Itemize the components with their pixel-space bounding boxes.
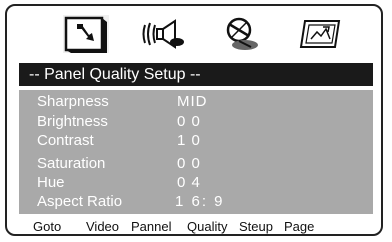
row-label: Hue [37, 174, 65, 191]
row-label: Brightness [37, 113, 108, 130]
status-word: Pannel [131, 219, 172, 234]
panel-title: -- Panel Quality Setup -- [19, 63, 373, 86]
panel-quality-list: Sharpness MID Brightness 0 0 Contrast 1 … [19, 90, 373, 214]
setup-toolbar [7, 6, 381, 58]
video-setup-icon-glyph [226, 17, 258, 50]
status-word: Steup [239, 219, 273, 234]
row-value: 0 0 [177, 155, 201, 172]
setup-menu-frame: -- Panel Quality Setup -- Sharpness MID … [5, 4, 383, 236]
row-label: Aspect Ratio [37, 193, 123, 210]
row-value: 1 0 [177, 132, 201, 149]
status-word: Video [86, 219, 120, 234]
row-value: 1 6: 9 [175, 193, 225, 210]
status-bar: Goto Video Pannel Quality Steup Page [7, 216, 381, 234]
status-word: Page [284, 219, 315, 234]
video-setup-icon[interactable] [221, 15, 267, 53]
general-setup-icon[interactable] [63, 15, 109, 53]
row-value: 0 0 [177, 113, 201, 130]
picture-setup-icon[interactable] [297, 15, 343, 53]
picture-setup-icon-glyph [299, 20, 341, 48]
row-label: Sharpness [37, 93, 109, 110]
row-value: 0 4 [177, 174, 201, 191]
row-value: MID [177, 93, 208, 110]
status-word: Goto [33, 219, 62, 234]
row-label: Saturation [37, 155, 106, 172]
audio-setup-icon[interactable] [141, 15, 187, 53]
audio-setup-icon-glyph [142, 19, 184, 49]
row-label: Contrast [37, 132, 94, 149]
status-word: Quality [187, 219, 228, 234]
general-setup-icon-glyph [64, 16, 107, 53]
